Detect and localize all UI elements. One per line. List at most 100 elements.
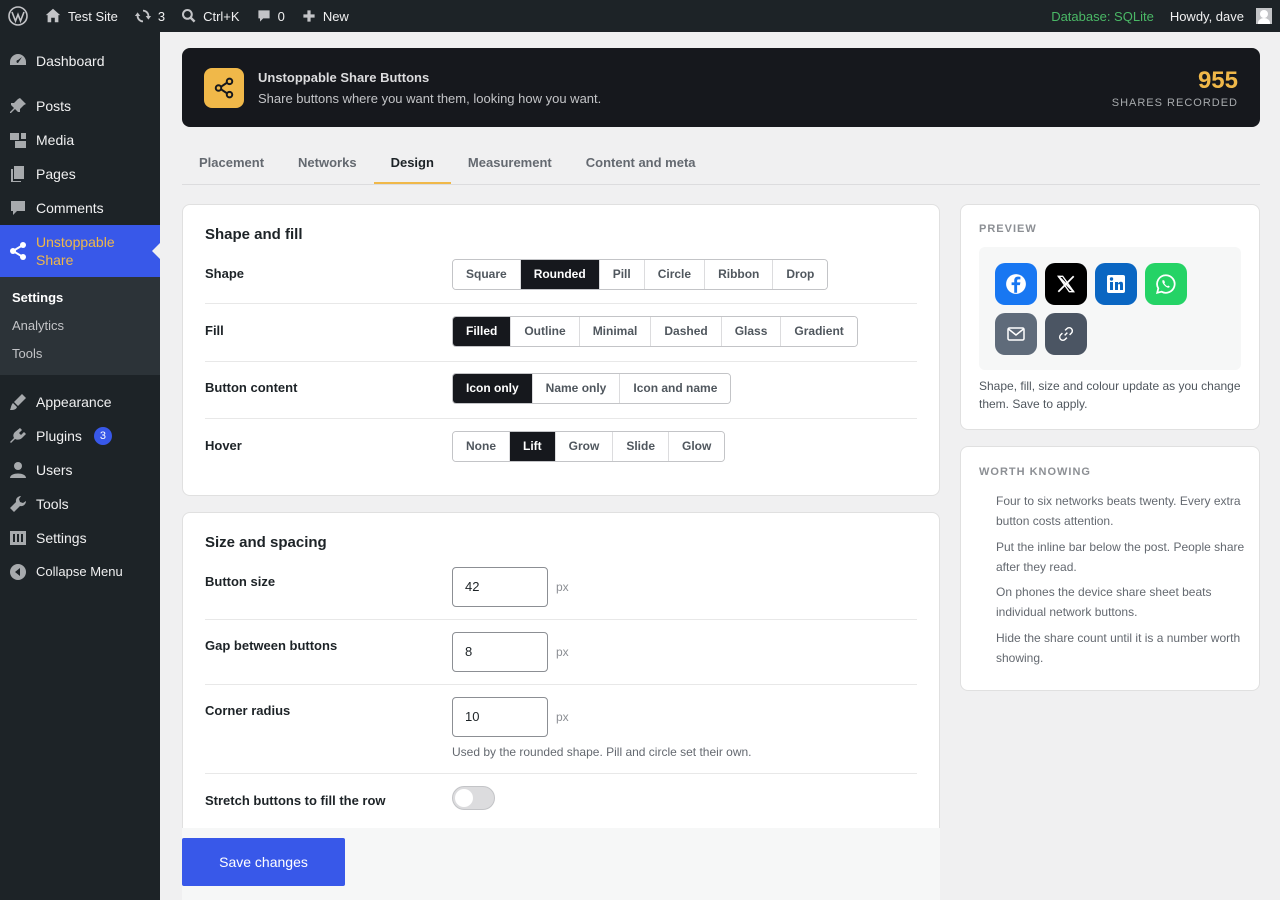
linkedin-icon <box>1107 275 1125 293</box>
fill-option-minimal[interactable]: Minimal <box>579 317 652 346</box>
sidebar-item-label: Collapse Menu <box>36 564 123 579</box>
content-option-icon-only[interactable]: Icon only <box>453 374 533 403</box>
fill-label: Fill <box>205 323 224 338</box>
preview-email-button <box>995 313 1037 355</box>
hover-row: Hover None Lift Grow Slide Glow <box>205 419 917 479</box>
shape-option-pill[interactable]: Pill <box>599 260 645 289</box>
shape-option-drop[interactable]: Drop <box>773 260 828 289</box>
collapse-menu-button[interactable]: Collapse Menu <box>0 555 160 589</box>
save-bar: Save changes <box>182 828 940 900</box>
new-content-button[interactable]: New <box>293 0 357 32</box>
email-icon <box>1007 327 1025 341</box>
submenu-tools[interactable]: Tools <box>0 340 160 368</box>
preview-area <box>979 247 1241 370</box>
plugin-icon <box>10 428 26 443</box>
shape-row: Shape Square Rounded Pill Circle Ribbon … <box>205 258 917 304</box>
content-option-icon-and-name[interactable]: Icon and name <box>620 374 731 403</box>
fill-option-gradient[interactable]: Gradient <box>781 317 857 346</box>
submenu-settings[interactable]: Settings <box>0 284 160 312</box>
brush-icon <box>10 394 26 410</box>
preview-x-button <box>1045 263 1087 305</box>
tab-measurement[interactable]: Measurement <box>451 142 569 184</box>
corner-radius-label: Corner radius <box>205 703 291 718</box>
fill-option-outline[interactable]: Outline <box>511 317 580 346</box>
hover-option-lift[interactable]: Lift <box>510 432 556 461</box>
size-spacing-heading: Size and spacing <box>205 534 327 551</box>
sidebar-item-appearance[interactable]: Appearance <box>0 385 160 419</box>
tab-placement[interactable]: Placement <box>182 142 281 184</box>
sidebar-item-media[interactable]: Media <box>0 123 160 157</box>
plugins-update-badge: 3 <box>93 427 112 445</box>
button-content-selector: Icon only Name only Icon and name <box>452 373 732 404</box>
updates-link[interactable]: 3 <box>126 0 173 32</box>
sidebar-item-plugins[interactable]: Plugins 3 <box>0 419 160 453</box>
avatar <box>1256 8 1272 24</box>
save-changes-button[interactable]: Save changes <box>182 838 345 886</box>
x-icon <box>1057 275 1075 293</box>
hover-option-none[interactable]: None <box>453 432 510 461</box>
account-menu[interactable]: Howdy, dave <box>1162 0 1280 32</box>
hover-option-slide[interactable]: Slide <box>613 432 670 461</box>
hover-option-glow[interactable]: Glow <box>669 432 725 461</box>
sidebar-item-label: Users <box>36 462 73 478</box>
sidebar-item-users[interactable]: Users <box>0 453 160 487</box>
plugin-submenu: Settings Analytics Tools <box>0 277 160 375</box>
preview-note: Shape, fill, size and colour update as y… <box>979 379 1241 411</box>
shape-option-rounded[interactable]: Rounded <box>520 260 600 289</box>
sidebar-item-label: Pages <box>36 166 76 182</box>
fill-option-dashed[interactable]: Dashed <box>651 317 722 346</box>
shape-fill-card: Shape and fill Shape Square Rounded Pill… <box>182 204 940 496</box>
comments-count: 0 <box>277 8 285 24</box>
content-option-name-only[interactable]: Name only <box>532 374 621 403</box>
preview-linkedin-button <box>1095 263 1137 305</box>
sidebar-item-label: Appearance <box>36 394 112 410</box>
settings-tabs: Placement Networks Design Measurement Co… <box>182 142 1260 185</box>
button-size-input[interactable]: 42 <box>452 567 548 607</box>
sidebar-item-label: Media <box>36 132 75 148</box>
corner-radius-input[interactable]: 10 <box>452 697 548 737</box>
stretch-toggle[interactable] <box>452 786 495 810</box>
site-name-link[interactable]: Test Site <box>36 0 126 32</box>
command-search-button[interactable]: Ctrl+K <box>173 0 247 32</box>
shape-option-circle[interactable]: Circle <box>644 260 706 289</box>
corner-radius-row: Corner radius 10 px Used by the rounded … <box>205 685 917 774</box>
shape-fill-heading: Shape and fill <box>205 226 303 243</box>
tab-networks[interactable]: Networks <box>281 142 374 184</box>
hover-selector: None Lift Grow Slide Glow <box>452 431 726 462</box>
sidebar-item-posts[interactable]: Posts <box>0 89 160 123</box>
sidebar-item-label: Unstoppable Share <box>36 234 115 268</box>
dashboard-icon <box>10 54 26 65</box>
comments-link[interactable]: 0 <box>248 0 293 32</box>
stretch-row: Stretch buttons to fill the row <box>205 774 917 834</box>
sidebar-item-pages[interactable]: Pages <box>0 157 160 191</box>
stretch-label: Stretch buttons to fill the row <box>205 793 386 808</box>
shares-stat: 955 SHARES RECORDED <box>1112 67 1238 109</box>
greeting: Howdy, dave <box>1169 8 1244 24</box>
pages-icon <box>11 166 24 182</box>
database-indicator: Database: SQLite <box>1051 8 1154 24</box>
shape-option-square[interactable]: Square <box>453 260 521 289</box>
hover-option-grow[interactable]: Grow <box>555 432 614 461</box>
tab-content-and-meta[interactable]: Content and meta <box>569 142 713 184</box>
sidebar-item-dashboard[interactable]: Dashboard <box>0 44 160 78</box>
corner-radius-unit: px <box>556 710 569 724</box>
sidebar-item-settings[interactable]: Settings <box>0 521 160 555</box>
sidebar-item-unstoppable-share[interactable]: Unstoppable Share <box>0 225 160 277</box>
fill-option-filled[interactable]: Filled <box>453 317 512 346</box>
admin-bar: Test Site 3 Ctrl+K 0 New Database: SQLit… <box>0 0 1280 32</box>
shares-count: 955 <box>1197 66 1238 94</box>
submenu-analytics[interactable]: Analytics <box>0 312 160 340</box>
shape-option-ribbon[interactable]: Ribbon <box>705 260 774 289</box>
tab-design[interactable]: Design <box>373 142 451 184</box>
plugin-logo <box>204 67 244 108</box>
facebook-icon <box>1006 274 1026 294</box>
fill-option-glass[interactable]: Glass <box>721 317 782 346</box>
sliders-icon <box>10 531 26 545</box>
preview-facebook-button <box>995 263 1037 305</box>
sidebar-item-tools[interactable]: Tools <box>0 487 160 521</box>
wp-logo-button[interactable] <box>0 0 36 32</box>
home-icon <box>45 8 61 23</box>
gap-input[interactable]: 8 <box>452 632 548 672</box>
plus-icon <box>303 10 315 22</box>
sidebar-item-comments[interactable]: Comments <box>0 191 160 225</box>
